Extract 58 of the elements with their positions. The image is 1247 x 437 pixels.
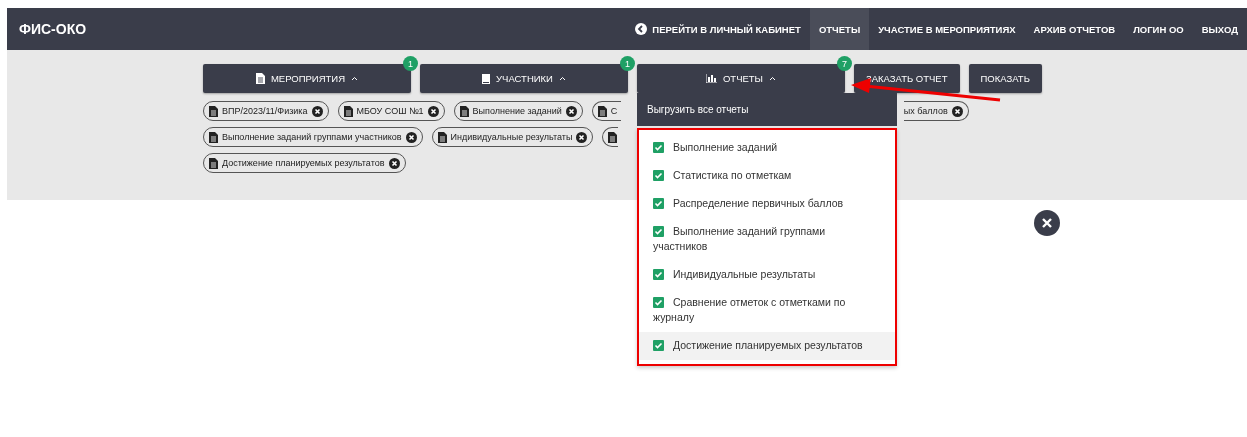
book-icon (482, 73, 491, 84)
report-option[interactable]: Выполнение заданий группами участников (639, 218, 895, 261)
nav-link[interactable]: ЛОГИН ОО (1124, 8, 1193, 50)
checkbox[interactable] (653, 297, 664, 308)
count-badge: 1 (403, 56, 418, 71)
remove-icon[interactable] (405, 131, 417, 143)
chip-label: С (610, 106, 618, 116)
chip-label: Индивидуальные результаты (450, 132, 573, 142)
nav-link[interactable]: ОТЧЕТЫ (809, 8, 870, 50)
document-icon (209, 157, 218, 169)
chip-label: МБОУ СОШ №1 (356, 106, 424, 116)
document-icon (343, 105, 353, 117)
document-icon (597, 105, 607, 117)
chip-label: Достижение планируемых результатов (222, 158, 385, 168)
chip-label: ых баллов (903, 106, 948, 116)
export-all-item[interactable]: Выгрузить все отчеты (637, 93, 897, 126)
count-badge: 1 (620, 56, 635, 71)
document-icon (437, 131, 447, 143)
caret-icon (558, 76, 566, 81)
chip-label: Выполнение заданий (472, 106, 562, 116)
caret-icon (351, 76, 359, 81)
nav-link[interactable]: АРХИВ ОТЧЕТОВ (1024, 8, 1125, 50)
remove-icon[interactable] (576, 131, 588, 143)
report-option[interactable]: Выполнение заданий (639, 134, 895, 162)
checkbox[interactable] (653, 340, 664, 351)
action-button[interactable]: ПОКАЗАТЬ (968, 64, 1042, 93)
checkbox[interactable] (653, 226, 664, 237)
nav-link[interactable]: ВЫХОД (1192, 8, 1247, 50)
count-badge: 7 (837, 56, 852, 71)
report-option[interactable]: Индивидуальные результаты (639, 261, 895, 289)
remove-icon[interactable] (311, 105, 323, 117)
chip-label: Выполнение заданий группами участников (222, 132, 402, 142)
remove-icon[interactable] (951, 105, 963, 117)
document-icon (209, 105, 218, 117)
nav-link[interactable]: ПЕРЕЙТИ В ЛИЧНЫЙ КАБИНЕТ (626, 8, 810, 50)
nav-link[interactable]: УЧАСТИЕ В МЕРОПРИЯТИЯХ (869, 8, 1025, 50)
bar-chart-icon (705, 74, 717, 83)
report-option[interactable]: Распределение первичных баллов (639, 190, 895, 218)
back-icon (635, 23, 648, 35)
report-option[interactable]: Достижение планируемых результатов (639, 332, 895, 360)
checkbox[interactable] (653, 142, 664, 153)
report-option[interactable]: Статистика по отметкам (639, 162, 895, 190)
chip-label: ВПР/2023/11/Физика (222, 106, 308, 116)
checkbox[interactable] (653, 170, 664, 181)
checkbox[interactable] (653, 198, 664, 209)
document-icon (459, 105, 469, 117)
remove-icon[interactable] (388, 157, 400, 169)
report-option[interactable]: Сравнение отметок с отметками по журналу (639, 289, 895, 332)
document-icon (255, 73, 265, 84)
logo: ФИС-ОКО (19, 21, 88, 37)
remove-icon[interactable] (427, 105, 439, 117)
caret-icon (769, 76, 777, 81)
remove-icon[interactable] (565, 105, 577, 117)
close-button[interactable] (1034, 210, 1060, 236)
document-icon (608, 131, 618, 143)
checkbox[interactable] (653, 269, 664, 280)
document-icon (209, 131, 218, 143)
close-icon (1042, 218, 1052, 228)
